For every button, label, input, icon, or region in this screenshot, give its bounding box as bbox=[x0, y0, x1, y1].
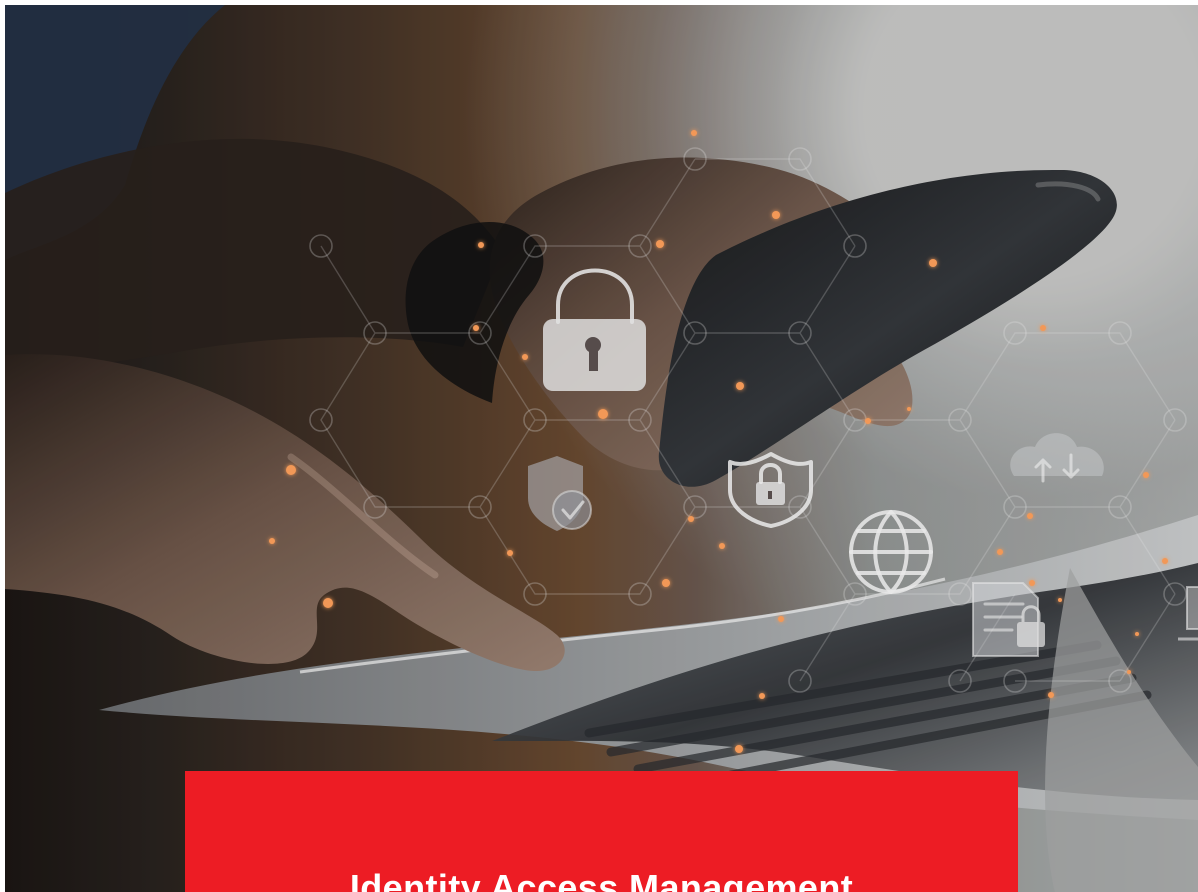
hero-illustration bbox=[5, 5, 1198, 892]
image-vignette bbox=[5, 5, 1198, 892]
page-title: Identity Access Management bbox=[349, 867, 854, 892]
iam-cover-page: Identity Access Management bbox=[0, 0, 1198, 892]
security-hero-image bbox=[5, 5, 1198, 892]
title-banner: Identity Access Management bbox=[185, 771, 1018, 892]
